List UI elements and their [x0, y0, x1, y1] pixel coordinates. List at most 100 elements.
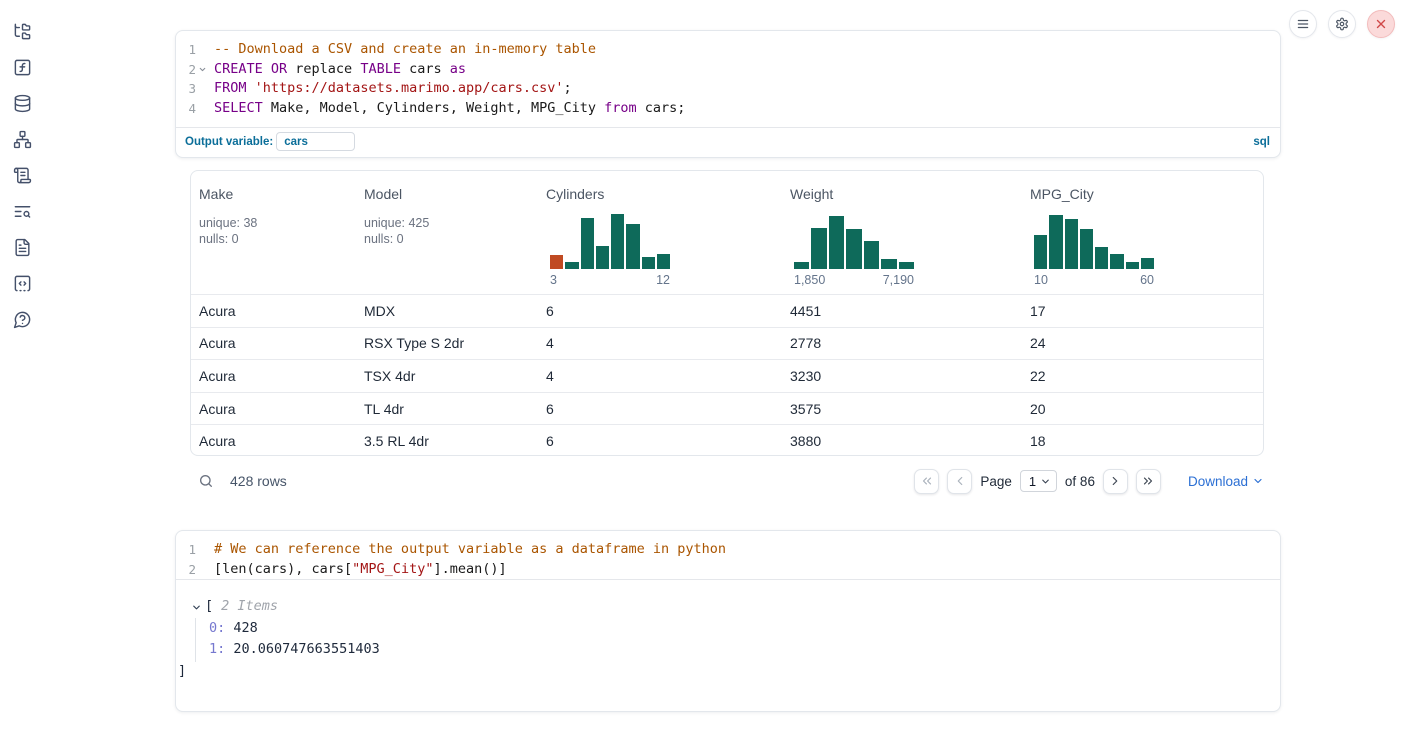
fold-gutter: [196, 79, 209, 99]
table-cell: 4: [538, 335, 782, 351]
shutdown-button[interactable]: [1367, 10, 1395, 38]
code-line[interactable]: 1-- Download a CSV and create an in-memo…: [176, 40, 1280, 60]
column-label[interactable]: Weight: [790, 185, 1022, 204]
table-cell: 20: [1022, 401, 1263, 417]
column-header-weight: Weight 1,850 7,190: [782, 185, 1022, 294]
search-icon[interactable]: [198, 473, 214, 489]
chevron-down-icon: [1252, 475, 1264, 487]
snippets-code-icon: [13, 274, 32, 293]
table-cell: Acura: [191, 303, 356, 319]
line-number: 2: [176, 60, 196, 80]
table-row[interactable]: Acura3.5 RL 4dr6388018: [191, 424, 1263, 456]
code-line[interactable]: 2CREATE OR replace TABLE cars as: [176, 60, 1280, 80]
menu-icon: [1296, 17, 1310, 31]
fold-gutter: [196, 99, 209, 119]
helper-panel-sidebar: [0, 0, 44, 729]
column-stats: unique: 38nulls: 0: [199, 215, 356, 247]
histogram-bar: [550, 255, 563, 269]
sql-code-editor[interactable]: 1-- Download a CSV and create an in-memo…: [176, 31, 1280, 119]
sidebar-item-snippets-code[interactable]: [4, 265, 40, 301]
table-cell: Acura: [191, 335, 356, 351]
menu-button[interactable]: [1289, 10, 1317, 38]
tree-indent-guide: [195, 618, 196, 662]
entry-key: 1:: [209, 641, 225, 657]
table-row[interactable]: AcuraTSX 4dr4323022: [191, 359, 1263, 392]
histogram-bars[interactable]: [550, 214, 670, 269]
axis-max-label: 12: [656, 273, 670, 288]
histogram-bar: [596, 246, 609, 269]
pagination: Page 1 of 86: [914, 469, 1161, 494]
code-line[interactable]: 4SELECT Make, Model, Cylinders, Weight, …: [176, 99, 1280, 119]
table-row[interactable]: AcuraMDX6445117: [191, 294, 1263, 327]
code-line[interactable]: 1# We can reference the output variable …: [176, 540, 1280, 560]
histogram-axis-labels: 312: [550, 273, 670, 288]
fold-gutter: [196, 40, 209, 60]
sidebar-item-database[interactable]: [4, 85, 40, 121]
collapse-chevron-icon[interactable]: [191, 602, 202, 613]
previous-page-button[interactable]: [947, 469, 972, 494]
table-cell: 4: [538, 368, 782, 384]
code-line[interactable]: 3FROM 'https://datasets.marimo.app/cars.…: [176, 79, 1280, 99]
language-badge: sql: [1253, 136, 1270, 148]
table-cell: 24: [1022, 335, 1263, 351]
list-output-viewer: [ 2 Items 0: 4281: 20.060747663551403 ]: [176, 579, 1280, 682]
histogram-bars[interactable]: [794, 214, 914, 269]
histogram-bar: [1049, 215, 1062, 269]
python-code-editor[interactable]: 1# We can reference the output variable …: [176, 531, 1280, 579]
column-header-mpg_city: MPG_City1060: [1022, 185, 1263, 294]
sidebar-item-list-search[interactable]: [4, 193, 40, 229]
sql-cell: 1-- Download a CSV and create an in-memo…: [175, 30, 1281, 158]
sidebar-item-dependency-network[interactable]: [4, 121, 40, 157]
table-cell: TSX 4dr: [356, 368, 538, 384]
entry-key: 0:: [209, 620, 225, 636]
histogram-bar: [881, 259, 896, 269]
histogram-bars[interactable]: [1034, 214, 1154, 269]
fold-chevron-icon[interactable]: [196, 60, 209, 80]
column-label[interactable]: Cylinders: [546, 185, 782, 204]
sidebar-item-file-tree[interactable]: [4, 13, 40, 49]
close-bracket: ]: [176, 661, 1280, 683]
histogram-bar: [657, 254, 670, 269]
table-cell: 17: [1022, 303, 1263, 319]
line-number: 2: [176, 560, 196, 580]
page-select[interactable]: 1: [1020, 470, 1057, 492]
open-bracket: [: [205, 596, 213, 618]
fold-gutter: [196, 540, 209, 560]
table-cell: TL 4dr: [356, 401, 538, 417]
histogram-bar: [1080, 229, 1093, 269]
axis-max-label: 7,190: [883, 273, 914, 288]
column-header-cylinders: Cylinders 312: [538, 185, 782, 294]
code-text: -- Download a CSV and create an in-memor…: [214, 40, 596, 60]
table-body: AcuraMDX6445117AcuraRSX Type S 2dr427782…: [191, 294, 1263, 456]
output-variable-input[interactable]: cars: [276, 132, 355, 151]
histogram-bar: [1110, 254, 1123, 269]
histogram-bar: [642, 257, 655, 269]
settings-button[interactable]: [1328, 10, 1356, 38]
table-header: Makeunique: 38nulls: 0Modelunique: 425nu…: [191, 171, 1263, 294]
axis-max-label: 60: [1140, 273, 1154, 288]
output-variable-label: Output variable:: [185, 136, 273, 148]
next-page-button[interactable]: [1103, 469, 1128, 494]
axis-min-label: 1,850: [794, 273, 825, 288]
code-line[interactable]: 2[len(cars), cars["MPG_City"].mean()]: [176, 560, 1280, 580]
table-row[interactable]: AcuraRSX Type S 2dr4277824: [191, 327, 1263, 360]
sidebar-item-file-text[interactable]: [4, 229, 40, 265]
table-cell: 3575: [782, 401, 1022, 417]
table-row[interactable]: AcuraTL 4dr6357520: [191, 392, 1263, 425]
line-number: 3: [176, 79, 196, 99]
column-label[interactable]: MPG_City: [1030, 185, 1263, 204]
column-label[interactable]: Make: [199, 185, 356, 204]
last-page-button[interactable]: [1136, 469, 1161, 494]
column-label[interactable]: Model: [364, 185, 538, 204]
sidebar-item-scroll-text[interactable]: [4, 157, 40, 193]
download-button[interactable]: Download: [1188, 474, 1264, 489]
gear-icon: [1335, 17, 1349, 31]
first-page-button[interactable]: [914, 469, 939, 494]
histogram-bar: [794, 262, 809, 269]
column-histogram: 312: [550, 214, 670, 288]
sidebar-item-help-question-bubble[interactable]: [4, 301, 40, 337]
sidebar-item-function-square[interactable]: [4, 49, 40, 85]
file-text-icon: [13, 238, 32, 257]
histogram-bar: [846, 229, 861, 269]
table-cell: 6: [538, 401, 782, 417]
